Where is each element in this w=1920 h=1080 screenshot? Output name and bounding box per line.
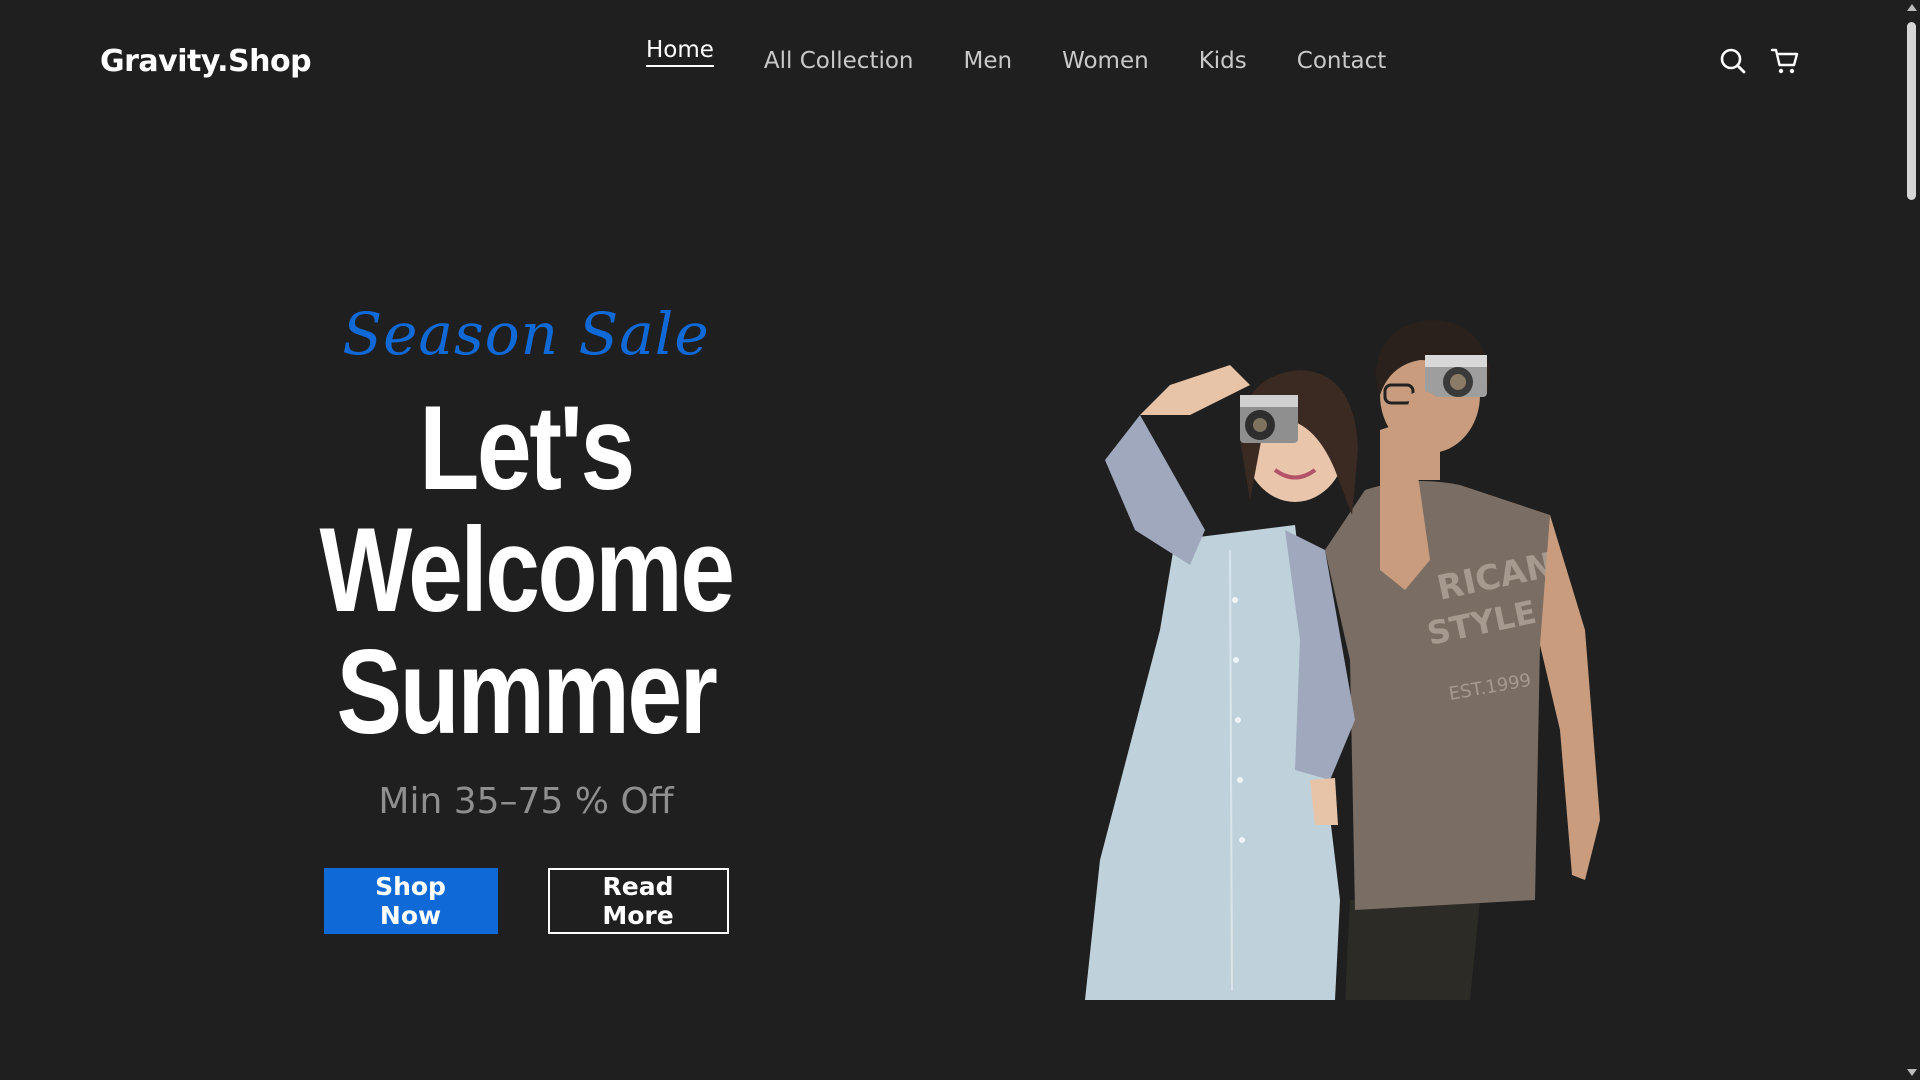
shop-now-button[interactable]: Shop Now bbox=[323, 868, 498, 934]
nav-item-women[interactable]: Women bbox=[1062, 37, 1149, 74]
cart-icon[interactable] bbox=[1770, 46, 1800, 76]
nav-item-all-collection[interactable]: All Collection bbox=[764, 37, 914, 74]
site-logo[interactable]: Gravity.Shop bbox=[100, 44, 312, 79]
hero-offer: Min 35–75 % Off bbox=[378, 781, 674, 822]
search-icon[interactable] bbox=[1718, 46, 1748, 76]
hero-buttons: Shop Now Read More bbox=[150, 868, 902, 934]
page: Gravity.Shop Home All Collection Men Wom… bbox=[0, 0, 1920, 1080]
nav-item-kids[interactable]: Kids bbox=[1199, 37, 1247, 74]
header-actions bbox=[1696, 46, 1800, 76]
nav-item-men[interactable]: Men bbox=[964, 37, 1013, 74]
scroll-up-icon[interactable] bbox=[1907, 4, 1917, 11]
scroll-down-icon[interactable] bbox=[1907, 1069, 1917, 1076]
hero-content: Season Sale Let's Welcome Summer Min 35–… bbox=[150, 305, 902, 934]
page-scrollbar[interactable] bbox=[1903, 0, 1920, 1080]
read-more-button[interactable]: Read More bbox=[547, 868, 729, 934]
nav-item-home[interactable]: Home bbox=[646, 37, 714, 67]
main-nav: Home All Collection Men Women Kids Conta… bbox=[646, 37, 1436, 74]
hero-photo: RICAN STYLE EST.1999 bbox=[1080, 300, 1620, 1000]
nav-item-contact[interactable]: Contact bbox=[1297, 37, 1386, 74]
hero-eyebrow: Season Sale bbox=[342, 300, 710, 368]
scroll-thumb[interactable] bbox=[1907, 22, 1916, 200]
hero-headline: Let's Welcome Summer bbox=[218, 387, 835, 753]
hero-headline-line1: Let's Welcome bbox=[319, 381, 735, 637]
hero-headline-line2: Summer bbox=[336, 625, 718, 759]
